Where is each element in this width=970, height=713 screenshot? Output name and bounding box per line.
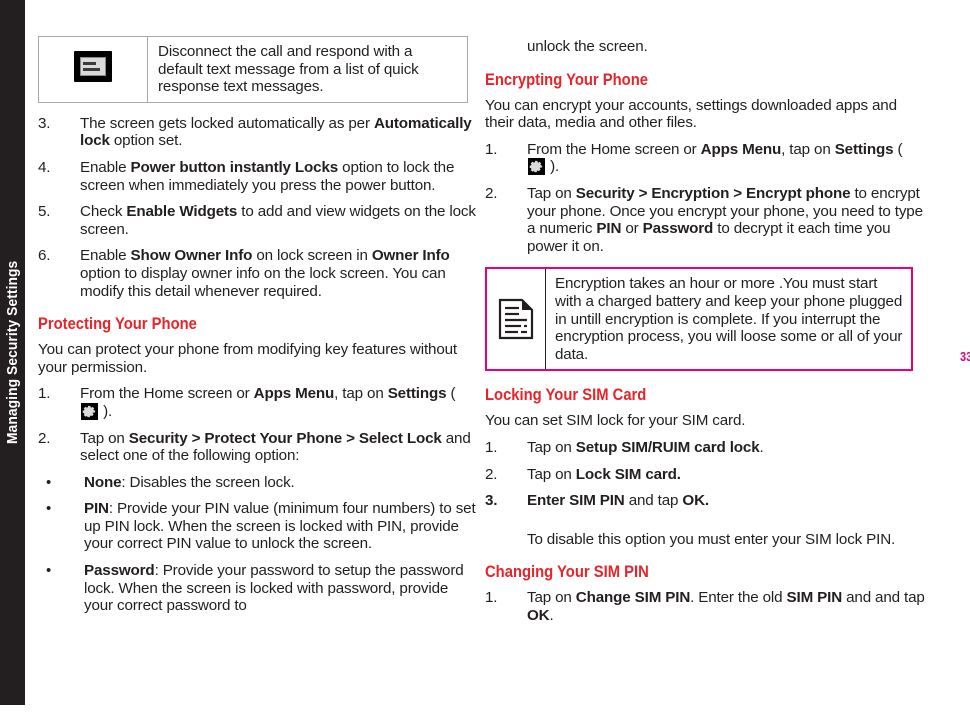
list-item-number: 2. — [485, 465, 498, 483]
numbered-list-continued: 3. The screen gets locked automatically … — [38, 115, 478, 300]
bullet-item-text: Password: Provide your password to setup… — [84, 562, 464, 615]
list-item: 1. Tap on Change SIM PIN. Enter the old … — [485, 589, 925, 624]
list-item-text: Tap on Change SIM PIN. Enter the old SIM… — [527, 589, 925, 624]
message-bubble-shape — [80, 57, 106, 77]
section-heading-text: Locking Your SIM Card — [485, 385, 647, 405]
bullet-item-text: PIN: Provide your PIN value (minimum fou… — [84, 500, 476, 553]
note-icon-cell — [487, 269, 546, 370]
list-item-text: Check Enable Widgets to add and view wid… — [80, 203, 476, 238]
list-item: 2. Tap on Security > Protect Your Phone … — [38, 430, 478, 465]
chapter-side-tab: Managing Security Settings — [0, 0, 25, 705]
settings-gear-icon — [81, 402, 98, 420]
chapter-side-tab-label: Managing Security Settings — [0, 0, 25, 705]
list-item: 3. Enter SIM PIN and tap OK. — [485, 492, 925, 510]
list-item: 3. The screen gets locked automatically … — [38, 115, 478, 150]
list-item: 2. Tap on Security > Encryption > Encryp… — [485, 185, 925, 255]
locking-sim-closing-text: To disable this option you must enter yo… — [527, 530, 896, 548]
chapter-title-text: Managing Security Settings — [4, 260, 21, 445]
continuation-text: unlock the screen. — [527, 38, 648, 55]
table-row: Disconnect the call and respond with a d… — [38, 36, 468, 103]
message-line-1 — [83, 62, 96, 66]
list-item-number: 1. — [485, 438, 498, 456]
list-item-text: Tap on Security > Encryption > Encrypt p… — [527, 184, 923, 255]
bullet-item-text: None: Disables the screen lock. — [84, 473, 295, 491]
list-item: 1. From the Home screen or Apps Menu, ta… — [485, 141, 925, 176]
note-callout-box: Encryption takes an hour or more .You mu… — [485, 267, 913, 372]
list-item-text: Tap on Security > Protect Your Phone > S… — [80, 429, 471, 465]
list-item-number: 3. — [485, 492, 498, 510]
icon-description-table: Disconnect the call and respond with a d… — [38, 36, 468, 103]
list-item-text: The screen gets locked automatically as … — [80, 114, 472, 150]
list-item-text: From the Home screen or Apps Menu, tap o… — [80, 385, 456, 420]
page-number-text: 33 — [960, 349, 970, 364]
list-item-text: Enable Power button instantly Locks opti… — [80, 158, 455, 194]
list-item-text: Tap on Lock SIM card. — [527, 465, 681, 483]
list-item-text: Enter SIM PIN and tap OK. — [527, 492, 709, 510]
list-item-number: 5. — [38, 203, 51, 221]
section-heading-encrypting-your-phone: Encrypting Your Phone — [485, 70, 925, 89]
icon-cell — [38, 36, 148, 103]
list-item-number: 1. — [485, 589, 498, 607]
note-text: Encryption takes an hour or more .You mu… — [555, 275, 903, 363]
list-item-number: 3. — [38, 114, 51, 132]
section-intro-text: You can protect your phone from modifyin… — [38, 341, 458, 376]
list-item-number: 1. — [485, 140, 498, 158]
list-item-number: 4. — [38, 158, 51, 176]
bullet-list-item: • PIN: Provide your PIN value (minimum f… — [38, 500, 478, 553]
section-intro-text: You can set SIM lock for your SIM card. — [485, 412, 746, 430]
section-intro-text: You can encrypt your accounts, settings … — [485, 96, 897, 132]
list-item: 1. From the Home screen or Apps Menu, ta… — [38, 385, 478, 420]
section-heading-text: Changing Your SIM PIN — [485, 562, 649, 582]
section-heading-changing-your-sim-pin: Changing Your SIM PIN — [485, 562, 925, 581]
list-item: 5. Check Enable Widgets to add and view … — [38, 203, 478, 238]
list-item-number: 6. — [38, 247, 51, 265]
section-heading-locking-your-sim-card: Locking Your SIM Card — [485, 385, 925, 404]
list-item-text: From the Home screen or Apps Menu, tap o… — [527, 140, 903, 176]
list-item-text: Enable Show Owner Info on lock screen in… — [80, 247, 450, 300]
section-heading-protecting-your-phone: Protecting Your Phone — [38, 314, 478, 333]
bullet-dot-icon: • — [46, 500, 52, 518]
list-item: 6. Enable Show Owner Info on lock screen… — [38, 247, 478, 300]
list-item-number: 2. — [38, 429, 51, 447]
section-heading-text: Encrypting Your Phone — [485, 69, 648, 89]
icon-description-cell: Disconnect the call and respond with a d… — [147, 36, 468, 103]
page-content: Disconnect the call and respond with a d… — [25, 0, 970, 713]
list-item: 2. Tap on Lock SIM card. — [485, 466, 925, 484]
bullet-list-item: • None: Disables the screen lock. — [38, 474, 478, 492]
message-line-2 — [83, 68, 100, 72]
settings-gear-icon — [528, 158, 545, 176]
page-number: 33 — [960, 350, 970, 363]
list-item: 4. Enable Power button instantly Locks o… — [38, 159, 478, 194]
note-document-icon — [498, 299, 534, 340]
bullet-dot-icon: • — [46, 473, 52, 491]
bullet-dot-icon: • — [46, 562, 52, 580]
list-item-number: 2. — [485, 184, 498, 202]
right-column: unlock the screen. Encrypting Your Phone… — [485, 0, 925, 633]
list-item-text: Tap on Setup SIM/RUIM card lock. — [527, 438, 764, 456]
bullet-list-item: • Password: Provide your password to set… — [38, 562, 478, 615]
left-column: Disconnect the call and respond with a d… — [38, 0, 478, 624]
quick-response-message-icon — [74, 51, 112, 83]
list-item: 1. Tap on Setup SIM/RUIM card lock. — [485, 439, 925, 457]
section-heading-text: Protecting Your Phone — [38, 314, 197, 334]
list-item-number: 1. — [38, 385, 51, 403]
